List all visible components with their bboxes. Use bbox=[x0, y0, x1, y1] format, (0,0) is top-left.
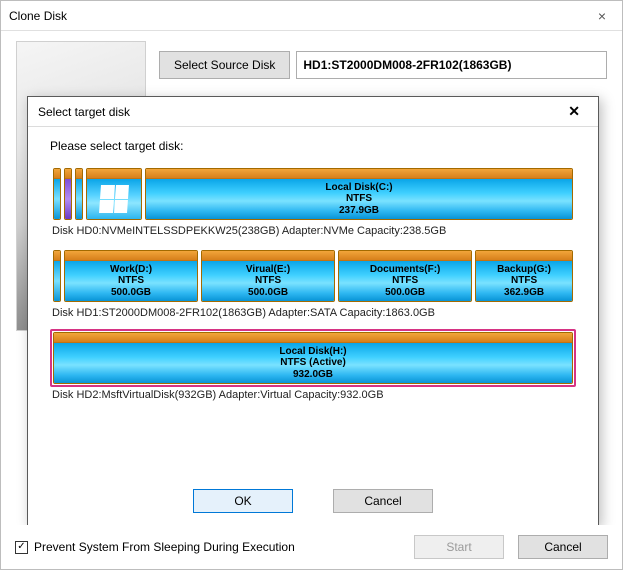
dialog-titlebar: Select target disk ✕ bbox=[28, 97, 598, 127]
partition-fs: NTFS bbox=[255, 275, 281, 287]
footer-buttons: Start Cancel bbox=[414, 535, 608, 559]
partition-c: Local Disk(C:) NTFS 237.9GB bbox=[145, 168, 573, 220]
partition-label: Virual(E:) bbox=[246, 264, 290, 276]
disk-info-hd2: Disk HD2:MsftVirtualDisk(932GB) Adapter:… bbox=[50, 389, 576, 401]
windows-icon bbox=[99, 185, 129, 213]
partition-label: Work(D:) bbox=[110, 264, 152, 276]
start-button: Start bbox=[414, 535, 504, 559]
select-source-disk-button[interactable]: Select Source Disk bbox=[159, 51, 290, 79]
partition-size: 932.0GB bbox=[293, 369, 333, 381]
partition-e: Virual(E:) NTFS 500.0GB bbox=[201, 250, 335, 302]
dialog-title: Select target disk bbox=[38, 105, 130, 119]
parent-titlebar: Clone Disk × bbox=[1, 1, 622, 31]
dialog-body: Please select target disk: Local Disk(C:… bbox=[28, 127, 598, 483]
partition-label: Documents(F:) bbox=[370, 264, 441, 276]
partition-size: 500.0GB bbox=[385, 287, 425, 299]
dialog-button-row: OK Cancel bbox=[28, 483, 598, 525]
disk-info-hd0: Disk HD0:NVMeINTELSSDPEKKW25(238GB) Adap… bbox=[50, 225, 576, 237]
source-disk-value: HD1:ST2000DM008-2FR102(1863GB) bbox=[296, 51, 607, 79]
partition-size: 500.0GB bbox=[248, 287, 288, 299]
partition-size: 500.0GB bbox=[111, 287, 151, 299]
partition-size: 237.9GB bbox=[339, 205, 379, 217]
partition-fs: NTFS bbox=[118, 275, 144, 287]
partition-d: Work(D:) NTFS 500.0GB bbox=[64, 250, 198, 302]
partition-f: Documents(F:) NTFS 500.0GB bbox=[338, 250, 472, 302]
partition-label: Backup(G:) bbox=[497, 264, 551, 276]
disk-row-hd1[interactable]: Work(D:) NTFS 500.0GB Virual(E:) NTFS 50… bbox=[50, 247, 576, 305]
disk-block-hd1: Work(D:) NTFS 500.0GB Virual(E:) NTFS 50… bbox=[50, 247, 576, 319]
prevent-sleep-checkbox[interactable]: ✓ Prevent System From Sleeping During Ex… bbox=[15, 540, 295, 554]
checkbox-icon: ✓ bbox=[15, 541, 28, 554]
cancel-button[interactable]: Cancel bbox=[333, 489, 433, 513]
reserved-partition bbox=[64, 168, 72, 220]
select-target-disk-dialog: Select target disk ✕ Please select targe… bbox=[27, 96, 599, 526]
partition-fs: NTFS bbox=[511, 275, 537, 287]
source-row: Select Source Disk HD1:ST2000DM008-2FR10… bbox=[159, 51, 607, 79]
partition-size: 362.9GB bbox=[504, 287, 544, 299]
reserved-partition bbox=[53, 168, 61, 220]
partition-label: Local Disk(H:) bbox=[279, 346, 346, 358]
disk-info-hd1: Disk HD1:ST2000DM008-2FR102(1863GB) Adap… bbox=[50, 307, 576, 319]
partition-fs: NTFS bbox=[392, 275, 418, 287]
disk-block-hd2: Local Disk(H:) NTFS (Active) 932.0GB Dis… bbox=[50, 329, 576, 401]
partition-h: Local Disk(H:) NTFS (Active) 932.0GB bbox=[53, 332, 573, 384]
footer-cancel-button[interactable]: Cancel bbox=[518, 535, 608, 559]
parent-body: Select Source Disk HD1:ST2000DM008-2FR10… bbox=[1, 31, 622, 569]
parent-close-icon[interactable]: × bbox=[590, 8, 614, 24]
system-partition-icon bbox=[86, 168, 142, 220]
disk-row-hd0[interactable]: Local Disk(C:) NTFS 237.9GB bbox=[50, 165, 576, 223]
ok-button[interactable]: OK bbox=[193, 489, 293, 513]
dialog-close-icon[interactable]: ✕ bbox=[560, 103, 588, 120]
disk-row-hd2[interactable]: Local Disk(H:) NTFS (Active) 932.0GB bbox=[50, 329, 576, 387]
parent-title: Clone Disk bbox=[9, 9, 67, 23]
reserved-partition bbox=[75, 168, 83, 220]
partition-fs: NTFS (Active) bbox=[280, 357, 346, 369]
reserved-partition bbox=[53, 250, 61, 302]
footer: ✓ Prevent System From Sleeping During Ex… bbox=[1, 525, 622, 569]
partition-g: Backup(G:) NTFS 362.9GB bbox=[475, 250, 573, 302]
prevent-sleep-label: Prevent System From Sleeping During Exec… bbox=[34, 540, 295, 554]
partition-label: Local Disk(C:) bbox=[325, 182, 392, 194]
dialog-prompt: Please select target disk: bbox=[50, 139, 576, 153]
disk-block-hd0: Local Disk(C:) NTFS 237.9GB Disk HD0:NVM… bbox=[50, 165, 576, 237]
partition-fs: NTFS bbox=[346, 193, 372, 205]
